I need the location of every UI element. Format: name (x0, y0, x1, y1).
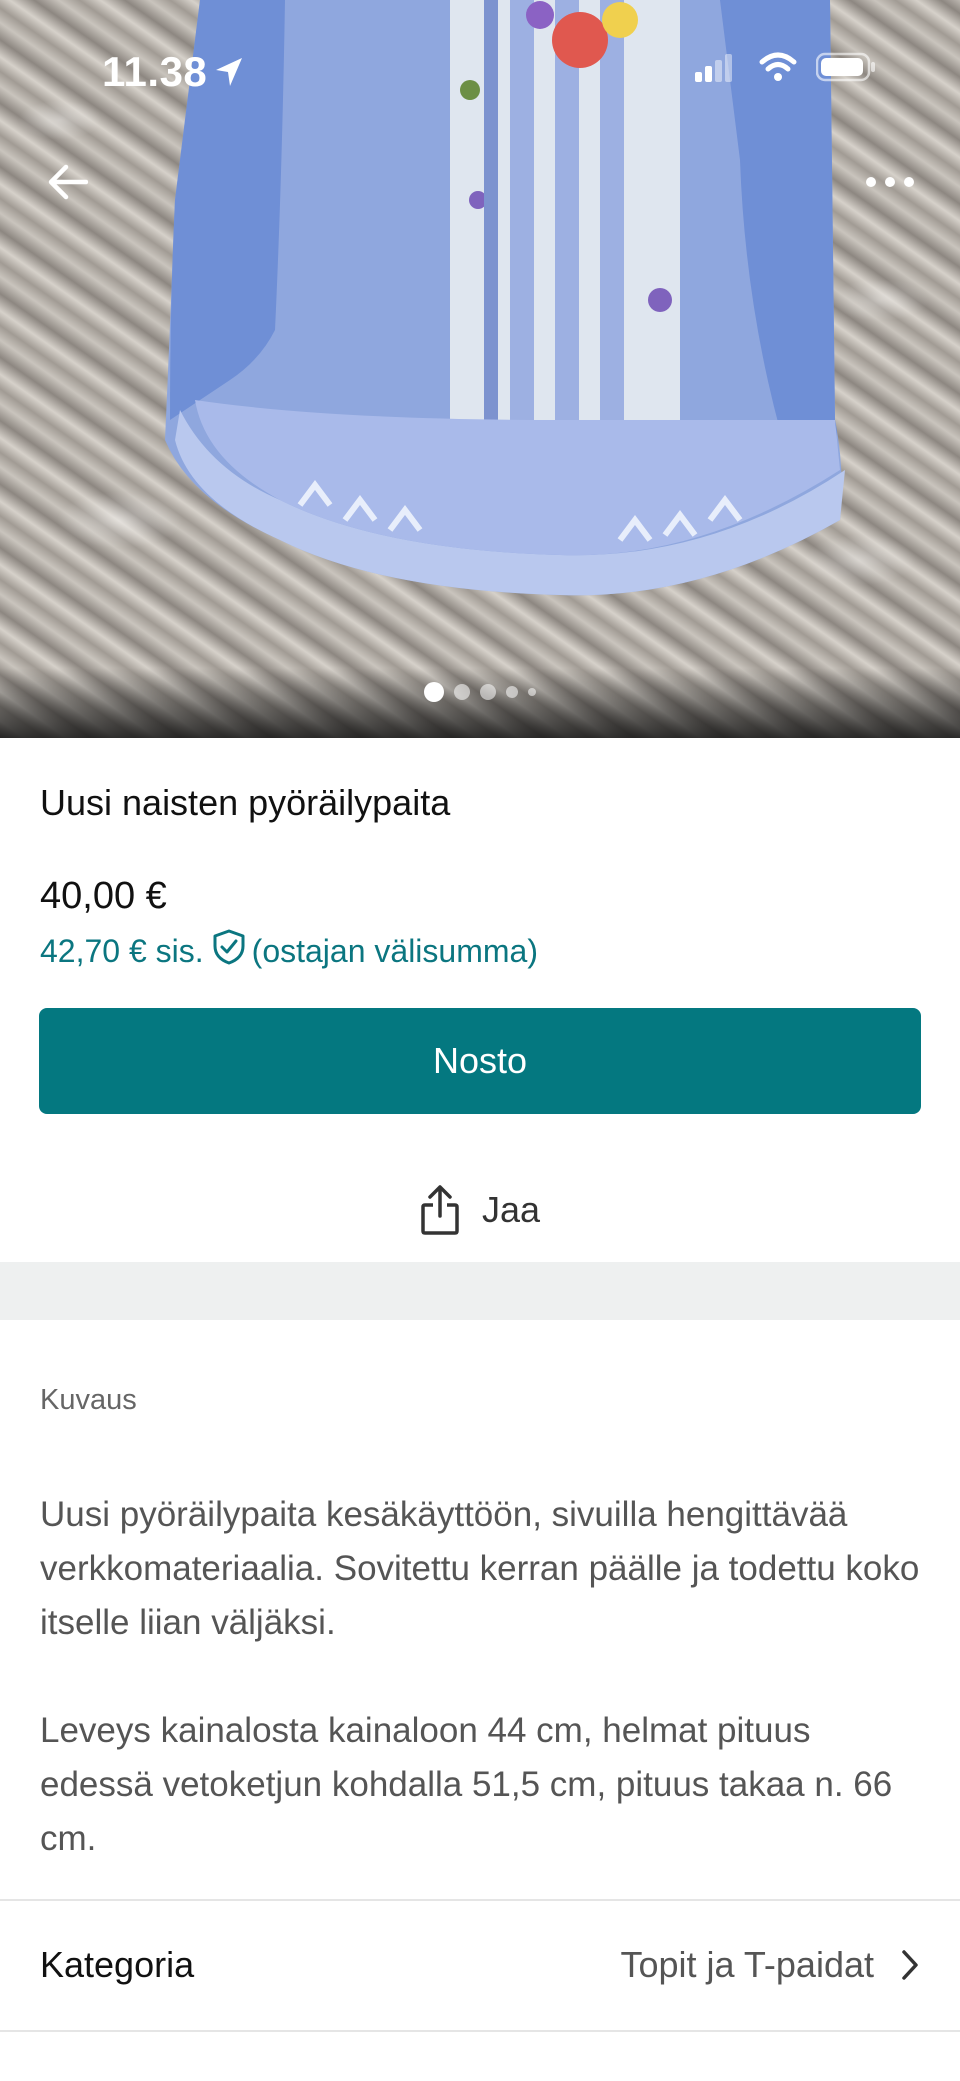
image-page-indicator[interactable] (0, 682, 960, 702)
description-text: Uusi pyöräilypaita kesäkäyttöön, sivuill… (40, 1488, 930, 1866)
location-arrow-icon (216, 58, 242, 86)
shield-check-icon (212, 928, 246, 974)
battery-icon (815, 52, 875, 82)
image-bottom-shade (0, 668, 960, 738)
price-incl-note: (ostajan välisumma) (251, 932, 538, 969)
page-dot[interactable] (480, 684, 496, 700)
category-value: Topit ja T-paidat (620, 1944, 875, 1985)
more-options-button[interactable] (858, 162, 922, 202)
page-dot[interactable] (454, 684, 470, 700)
buy-button[interactable]: Nosto (39, 1008, 921, 1114)
share-label: Jaa (481, 1189, 541, 1230)
listing-title: Uusi naisten pyöräilypaita (40, 782, 451, 823)
price-with-buyer-protection[interactable]: 42,70 € sis. (ostajan välisumma) (40, 928, 538, 974)
wifi-icon (759, 52, 797, 81)
price-incl-amount: 42,70 € sis. (40, 932, 204, 969)
section-separator (0, 1262, 960, 1320)
product-image-gallery[interactable]: 11.38 (0, 0, 960, 738)
description-paragraph: Uusi pyöräilypaita kesäkäyttöön, sivuill… (40, 1495, 920, 1642)
divider (0, 2030, 960, 2032)
page-dot[interactable] (424, 682, 444, 702)
status-bar: 11.38 (0, 0, 960, 140)
description-heading: Kuvaus (40, 1384, 137, 1416)
page-dot[interactable] (528, 688, 536, 696)
page-dot[interactable] (506, 686, 518, 698)
chevron-right-icon (902, 1950, 918, 1980)
share-icon (421, 1185, 459, 1235)
listing-price: 40,00 € (40, 875, 167, 917)
share-button[interactable]: Jaa (0, 1178, 960, 1242)
status-time: 11.38 (102, 48, 208, 95)
arrow-left-icon (48, 164, 88, 200)
more-dots-icon (866, 177, 914, 187)
back-button[interactable] (40, 154, 96, 210)
description-paragraph: Leveys kainalosta kainaloon 44 cm, helma… (40, 1711, 893, 1858)
category-label: Kategoria (40, 1944, 195, 1985)
category-row[interactable]: Kategoria Topit ja T-paidat (0, 1900, 960, 2030)
status-icons (695, 52, 876, 82)
signal-icon (695, 54, 733, 82)
